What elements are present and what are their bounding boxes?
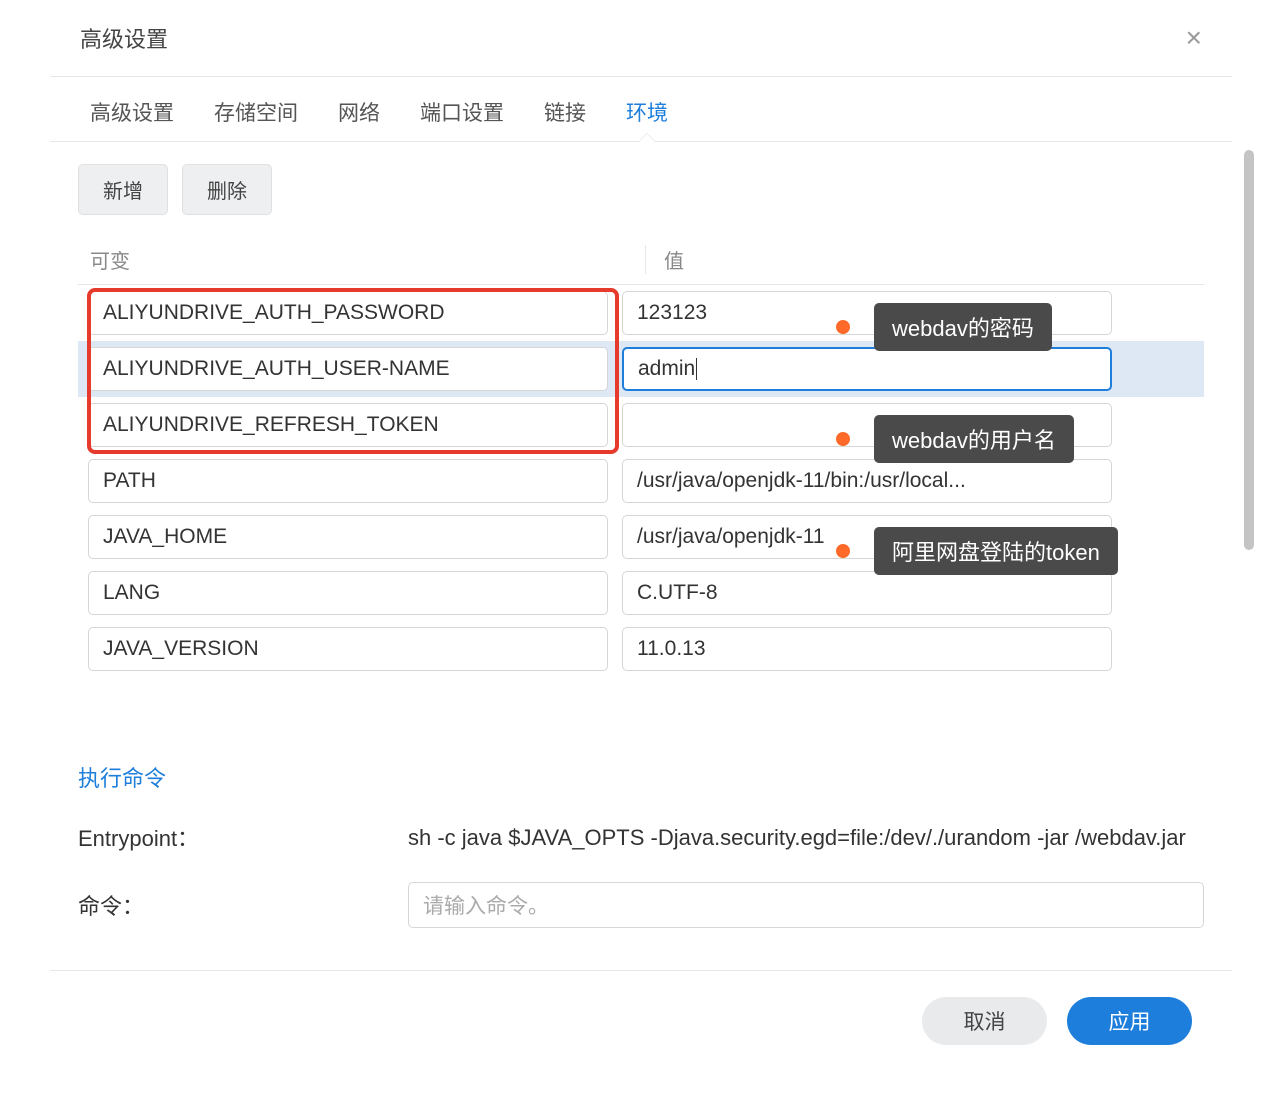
annotation: webdav的密码	[836, 303, 1052, 351]
annotation-tip: webdav的用户名	[874, 415, 1074, 463]
entrypoint-row: Entrypoint： sh -c java $JAVA_OPTS -Djava…	[78, 807, 1204, 868]
command-label: 命令：	[78, 889, 408, 921]
content-area: 新增 删除 可变 值 ALIYUNDRIVE_AUTH_PASSWORD 123…	[50, 142, 1232, 942]
tab-links[interactable]: 链接	[544, 97, 586, 141]
dialog-header: 高级设置 ×	[50, 0, 1232, 77]
delete-button[interactable]: 删除	[182, 164, 272, 215]
tab-network[interactable]: 网络	[338, 97, 380, 141]
close-icon[interactable]: ×	[1186, 24, 1202, 52]
cancel-button[interactable]: 取消	[922, 997, 1047, 1045]
env-key-input[interactable]: ALIYUNDRIVE_REFRESH_TOKEN	[88, 403, 608, 447]
tab-storage[interactable]: 存储空间	[214, 97, 298, 141]
entrypoint-label: Entrypoint：	[78, 821, 408, 854]
env-value-input[interactable]: /usr/java/openjdk-11/bin:/usr/local...	[622, 459, 1112, 503]
annotation-dot-icon	[836, 544, 850, 558]
settings-dialog: 高级设置 × 高级设置 存储空间 网络 端口设置 链接 环境 新增 删除 可变 …	[50, 0, 1232, 1071]
env-key-input[interactable]: ALIYUNDRIVE_AUTH_PASSWORD	[88, 291, 608, 335]
command-row: 命令： 请输入命令。	[78, 868, 1204, 942]
table-row[interactable]: JAVA_VERSION 11.0.13	[78, 621, 1204, 677]
col-header-value: 值	[645, 245, 1192, 274]
annotation-dot-icon	[836, 432, 850, 446]
dialog-title: 高级设置	[80, 22, 168, 54]
annotation-dot-icon	[836, 320, 850, 334]
table-row[interactable]: ALIYUNDRIVE_AUTH_PASSWORD 123123 webdav的…	[78, 285, 1204, 341]
env-key-input[interactable]: JAVA_HOME	[88, 515, 608, 559]
apply-button[interactable]: 应用	[1067, 997, 1192, 1045]
env-key-input[interactable]: ALIYUNDRIVE_AUTH_USER-NAME	[88, 347, 608, 391]
scrollbar[interactable]	[1244, 150, 1254, 550]
toolbar: 新增 删除	[78, 142, 1204, 237]
entrypoint-value: sh -c java $JAVA_OPTS -Djava.security.eg…	[408, 821, 1204, 854]
tab-bar: 高级设置 存储空间 网络 端口设置 链接 环境	[50, 77, 1232, 142]
env-table-body: ALIYUNDRIVE_AUTH_PASSWORD 123123 webdav的…	[78, 285, 1204, 741]
annotation: 阿里网盘登陆的token	[836, 527, 1118, 575]
exec-command-section: 执行命令	[78, 741, 1204, 807]
env-value-input[interactable]: C.UTF-8	[622, 571, 1112, 615]
tab-advanced[interactable]: 高级设置	[90, 97, 174, 141]
annotation-tip: webdav的密码	[874, 303, 1052, 351]
add-button[interactable]: 新增	[78, 164, 168, 215]
table-header: 可变 值	[78, 237, 1204, 285]
tab-environment[interactable]: 环境	[626, 97, 668, 141]
annotation-tip: 阿里网盘登陆的token	[874, 527, 1118, 575]
exec-command-link[interactable]: 执行命令	[78, 766, 166, 791]
command-input[interactable]: 请输入命令。	[408, 882, 1204, 928]
dialog-footer: 取消 应用	[50, 970, 1232, 1071]
env-key-input[interactable]: PATH	[88, 459, 608, 503]
annotation: webdav的用户名	[836, 415, 1074, 463]
env-value-input[interactable]: 11.0.13	[622, 627, 1112, 671]
env-value-input[interactable]: admin	[622, 347, 1112, 391]
env-key-input[interactable]: LANG	[88, 571, 608, 615]
tab-ports[interactable]: 端口设置	[420, 97, 504, 141]
env-key-input[interactable]: JAVA_VERSION	[88, 627, 608, 671]
col-header-key: 可变	[90, 245, 645, 274]
